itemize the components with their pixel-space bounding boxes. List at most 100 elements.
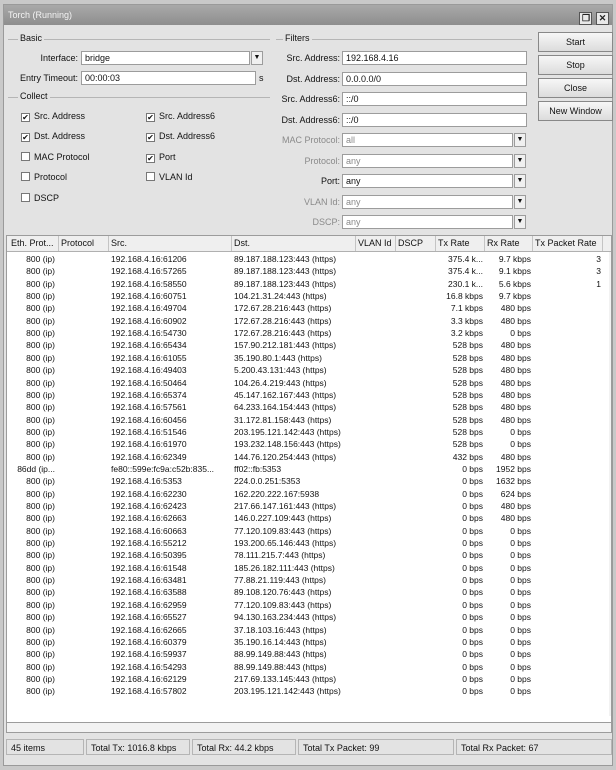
filter-input[interactable]: any bbox=[342, 194, 513, 209]
interface-dropdown-icon[interactable]: ▼ bbox=[251, 51, 263, 65]
column-header[interactable]: DSCP bbox=[396, 236, 436, 251]
table-row[interactable]: 800 (ip) 192.168.4.16:63481 77.88.21.119:4… bbox=[7, 574, 607, 586]
table-row[interactable]: 800 (ip) 192.168.4.16:65527 94.130.163.234… bbox=[7, 611, 607, 623]
dropdown-icon[interactable]: ▼ bbox=[514, 194, 526, 209]
table-row[interactable]: 800 (ip) 192.168.4.16:62665 37.18.103.16:4… bbox=[7, 624, 607, 636]
table-cell bbox=[358, 586, 394, 598]
filter-input[interactable]: 192.168.4.16 bbox=[342, 51, 527, 65]
close-icon[interactable]: ✕ bbox=[596, 12, 609, 25]
table-row[interactable]: 800 (ip) 192.168.4.16:51546 203.195.121.14… bbox=[7, 426, 607, 438]
checkmark-icon[interactable]: ✔ bbox=[21, 113, 30, 122]
collect-checkbox[interactable]: ✔ Dst. Address6 bbox=[146, 131, 215, 142]
vertical-scrollbar[interactable] bbox=[609, 252, 611, 716]
column-header[interactable]: Tx Packet Rate bbox=[533, 236, 603, 251]
table-row[interactable]: 800 (ip) 192.168.4.16:61970 193.232.148.15… bbox=[7, 438, 607, 450]
table-cell bbox=[61, 648, 107, 660]
table-row[interactable]: 800 (ip) 192.168.4.16:61548 185.26.182.111… bbox=[7, 562, 607, 574]
collect-checkbox[interactable]: VLAN Id bbox=[146, 172, 193, 182]
table-row[interactable]: 800 (ip) 192.168.4.16:62349 144.76.120.254… bbox=[7, 451, 607, 463]
table-row[interactable]: 800 (ip) 192.168.4.16:59937 88.99.149.88:4… bbox=[7, 648, 607, 660]
filter-input[interactable]: 0.0.0.0/0 bbox=[342, 71, 527, 86]
collect-checkbox[interactable]: Protocol bbox=[21, 172, 67, 182]
filter-input[interactable]: any bbox=[342, 174, 513, 188]
table-row[interactable]: 800 (ip) 192.168.4.16:61206 89.187.188.123… bbox=[7, 253, 607, 265]
title-bar[interactable]: Torch (Running) ❐ ✕ bbox=[4, 5, 612, 25]
table-cell bbox=[61, 253, 107, 265]
table-row[interactable]: 800 (ip) 192.168.4.16:5353 224.0.0.251:535… bbox=[7, 475, 607, 487]
table-row[interactable]: 800 (ip) 192.168.4.16:60663 77.120.109.83:… bbox=[7, 525, 607, 537]
table-row[interactable]: 800 (ip) 192.168.4.16:62663 146.0.227.109:… bbox=[7, 512, 607, 524]
table-row[interactable]: 800 (ip) 192.168.4.16:61055 35.190.80.1:44… bbox=[7, 352, 607, 364]
table-row[interactable]: 800 (ip) 192.168.4.16:49704 172.67.28.216:… bbox=[7, 302, 607, 314]
collect-checkbox[interactable]: ✔ Src. Address6 bbox=[146, 111, 215, 122]
dropdown-icon[interactable]: ▼ bbox=[514, 153, 526, 168]
table-row[interactable]: 86dd (ip... fe80::599e:fc9a:c52b:835... ff… bbox=[7, 463, 607, 475]
column-header[interactable]: Eth. Prot... bbox=[9, 236, 59, 251]
table-row[interactable]: 800 (ip) 192.168.4.16:62230 162.220.222.16… bbox=[7, 488, 607, 500]
table-cell bbox=[398, 339, 434, 351]
dropdown-icon[interactable]: ▼ bbox=[514, 174, 526, 188]
table-row[interactable]: 800 (ip) 192.168.4.16:65434 157.90.212.181… bbox=[7, 339, 607, 351]
checkmark-icon[interactable]: ✔ bbox=[21, 133, 30, 142]
table-row[interactable]: 800 (ip) 192.168.4.16:60379 35.190.16.14:4… bbox=[7, 636, 607, 648]
filter-input[interactable]: all bbox=[342, 133, 513, 147]
column-header[interactable]: Tx Rate bbox=[436, 236, 485, 251]
checkbox-icon[interactable] bbox=[21, 193, 30, 202]
checkbox-icon[interactable] bbox=[21, 172, 30, 181]
table-row[interactable]: 800 (ip) 192.168.4.16:58550 89.187.188.123… bbox=[7, 278, 607, 290]
table-row[interactable]: 800 (ip) 192.168.4.16:50464 104.26.4.219:4… bbox=[7, 377, 607, 389]
table-row[interactable]: 800 (ip) 192.168.4.16:50395 78.111.215.7:4… bbox=[7, 549, 607, 561]
filter-label: Dst. Address6: bbox=[281, 114, 340, 125]
horizontal-scrollbar[interactable] bbox=[6, 722, 612, 733]
checkbox-icon[interactable] bbox=[21, 152, 30, 161]
column-header[interactable]: VLAN Id bbox=[356, 236, 396, 251]
interface-select[interactable]: bridge bbox=[81, 51, 250, 65]
collect-checkbox[interactable]: MAC Protocol bbox=[21, 152, 90, 162]
checkmark-icon[interactable]: ✔ bbox=[146, 154, 155, 163]
table-row[interactable]: 800 (ip) 192.168.4.16:49403 5.200.43.131:4… bbox=[7, 364, 607, 376]
checkbox-icon[interactable] bbox=[146, 172, 155, 181]
table-row[interactable]: 800 (ip) 192.168.4.16:54730 172.67.28.216:… bbox=[7, 327, 607, 339]
table-row[interactable]: 800 (ip) 192.168.4.16:63588 89.108.120.76:… bbox=[7, 586, 607, 598]
column-header[interactable]: Src. bbox=[109, 236, 232, 251]
filter-input[interactable]: ::/0 bbox=[342, 92, 527, 106]
collect-checkbox[interactable]: ✔ Port bbox=[146, 152, 176, 163]
table-row[interactable]: 800 (ip) 192.168.4.16:60751 104.21.31.24:4… bbox=[7, 290, 607, 302]
table-row[interactable]: 800 (ip) 192.168.4.16:62423 217.66.147.161… bbox=[7, 500, 607, 512]
table-cell: 77.120.109.83:443 (https) bbox=[234, 599, 332, 610]
column-header[interactable]: Rx Rate bbox=[485, 236, 533, 251]
entry-timeout-input[interactable]: 00:00:03 bbox=[81, 71, 256, 85]
filter-input[interactable]: any bbox=[342, 153, 513, 168]
table-row[interactable]: 800 (ip) 192.168.4.16:65374 45.147.162.167… bbox=[7, 389, 607, 401]
filter-input[interactable]: ::/0 bbox=[342, 112, 527, 127]
restore-icon[interactable]: ❐ bbox=[579, 12, 593, 25]
stop-button[interactable]: Stop bbox=[538, 55, 613, 75]
table-row[interactable]: 800 (ip) 192.168.4.16:62959 77.120.109.83:… bbox=[7, 599, 607, 611]
collect-checkbox[interactable]: ✔ Src. Address bbox=[21, 111, 85, 122]
table-row[interactable]: 800 (ip) 192.168.4.16:60902 172.67.28.216:… bbox=[7, 315, 607, 327]
close-button[interactable]: Close bbox=[538, 78, 613, 98]
new-window-button[interactable]: New Window bbox=[538, 101, 613, 121]
checkmark-icon[interactable]: ✔ bbox=[146, 113, 155, 122]
column-header[interactable]: Protocol bbox=[59, 236, 109, 251]
table-row[interactable]: 800 (ip) 192.168.4.16:57561 64.233.164.154… bbox=[7, 401, 607, 413]
table-row[interactable]: 800 (ip) 192.168.4.16:60456 31.172.81.158:… bbox=[7, 414, 607, 426]
dropdown-icon[interactable]: ▼ bbox=[514, 215, 526, 229]
start-button[interactable]: Start bbox=[538, 32, 613, 52]
filter-input[interactable]: any bbox=[342, 215, 513, 229]
table-row[interactable]: 800 (ip) 192.168.4.16:54293 88.99.149.88:4… bbox=[7, 661, 607, 673]
column-header[interactable]: Dst. bbox=[232, 236, 356, 251]
table-row[interactable]: 800 (ip) 192.168.4.16:57265 89.187.188.123… bbox=[7, 265, 607, 277]
collect-checkbox[interactable]: ✔ Dst. Address bbox=[21, 131, 85, 142]
checkmark-icon[interactable]: ✔ bbox=[146, 133, 155, 142]
table-cell: 192.168.4.16:51546 bbox=[111, 426, 187, 437]
table-cell: 0 bps bbox=[462, 649, 483, 660]
table-row[interactable]: 800 (ip) 192.168.4.16:55212 193.200.65.146… bbox=[7, 537, 607, 549]
dropdown-icon[interactable]: ▼ bbox=[514, 133, 526, 147]
table-row[interactable]: 800 (ip) 192.168.4.16:57802 203.195.121.14… bbox=[7, 685, 607, 697]
collect-checkbox[interactable]: DSCP bbox=[21, 193, 59, 203]
table-cell: 800 (ip) bbox=[26, 525, 55, 536]
table-cell bbox=[358, 364, 394, 376]
table-row[interactable]: 800 (ip) 192.168.4.16:62129 217.69.133.145… bbox=[7, 673, 607, 685]
table-cell: 35.190.80.1:443 (https) bbox=[234, 352, 322, 363]
